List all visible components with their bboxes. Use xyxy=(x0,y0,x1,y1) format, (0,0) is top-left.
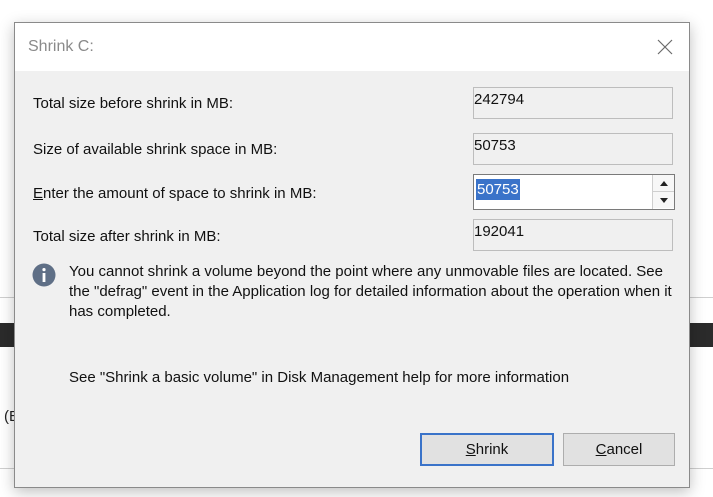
help-message: See "Shrink a basic volume" in Disk Mana… xyxy=(69,369,570,386)
chevron-down-icon xyxy=(659,197,668,203)
available-space-value-box: 50753 xyxy=(473,133,673,165)
shrink-amount-label: Enter the amount of space to shrink in M… xyxy=(33,185,317,202)
shrink-button-label: hrink xyxy=(475,441,509,458)
chevron-up-icon xyxy=(659,180,668,186)
total-after-value: 192041 xyxy=(474,223,525,240)
cancel-button[interactable]: Cancel xyxy=(563,433,675,466)
shrink-button-accel: S xyxy=(465,441,476,458)
title-bar: Shrink C: xyxy=(15,23,689,71)
dialog-title: Shrink C: xyxy=(28,38,94,55)
total-before-label: Total size before shrink in MB: xyxy=(33,95,234,112)
shrink-dialog: Shrink C: Total size before shrink in MB… xyxy=(14,22,690,488)
info-icon xyxy=(32,263,56,287)
total-after-label: Total size after shrink in MB: xyxy=(33,228,221,245)
total-before-value-box: 242794 xyxy=(473,87,673,119)
shrink-button[interactable]: Shrink xyxy=(420,433,554,466)
stepper-up-button[interactable] xyxy=(653,175,674,192)
shrink-amount-label-text: nter the amount of space to shrink in MB… xyxy=(43,185,317,202)
info-message: You cannot shrink a volume beyond the po… xyxy=(69,263,672,320)
close-icon xyxy=(657,39,673,55)
cancel-button-label: ancel xyxy=(606,441,643,458)
cancel-button-accel: C xyxy=(595,441,607,458)
close-button[interactable] xyxy=(645,31,685,63)
shrink-amount-label-accel: E xyxy=(33,185,44,202)
total-after-value-box: 192041 xyxy=(473,219,673,251)
available-space-value: 50753 xyxy=(474,137,516,154)
shrink-amount-input[interactable]: 50753 xyxy=(476,179,520,200)
available-space-label: Size of available shrink space in MB: xyxy=(33,141,278,158)
shrink-amount-stepper[interactable]: 50753 xyxy=(473,174,675,210)
stepper-buttons xyxy=(652,175,674,209)
stepper-down-button[interactable] xyxy=(653,192,674,208)
total-before-value: 242794 xyxy=(474,91,525,108)
